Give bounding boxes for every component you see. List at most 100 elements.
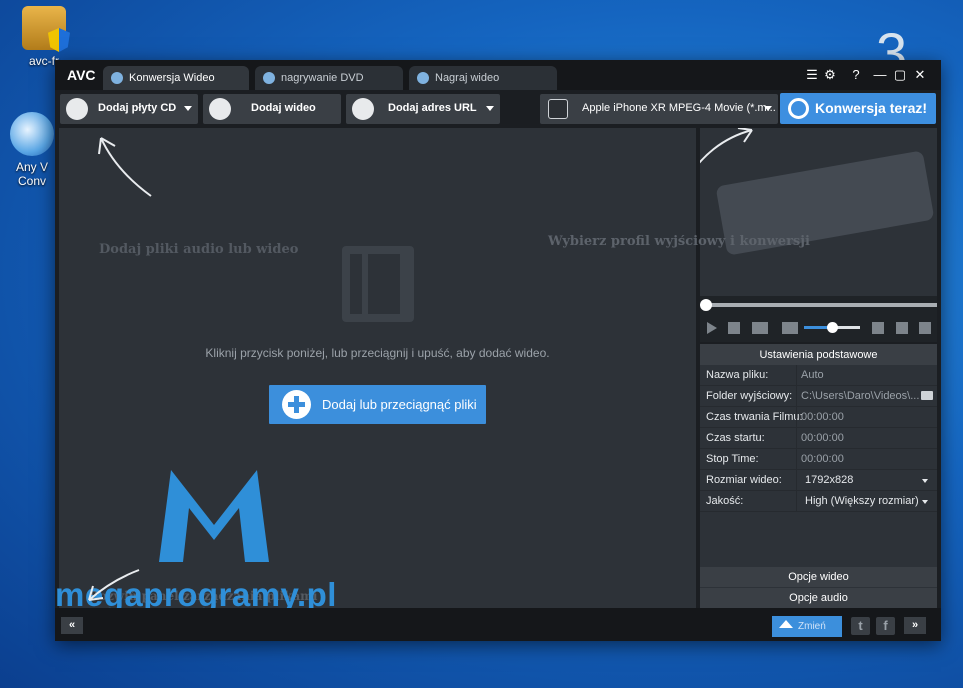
arrow-hint-icon [98,137,152,197]
collapse-panel-button[interactable]: « [61,617,83,634]
add-files-button[interactable]: Dodaj lub przeciągnąć pliki [269,385,486,424]
player-controls [700,314,937,342]
add-cd-label: Dodaj płyty CD [98,102,177,114]
volume-slider[interactable] [804,322,860,333]
help-icon[interactable]: ? [847,66,865,84]
seek-track [704,303,937,307]
tab-label: nagrywanie DVD [281,72,364,84]
audio-options-button[interactable]: Opcje audio [700,588,937,608]
globe-add-icon [352,98,374,120]
watermark-logo [159,470,269,562]
setting-key: Rozmiar wideo: [706,474,782,486]
setting-key: Czas trwania Filmu: [706,411,803,423]
file-list-panel[interactable]: Dodaj pliki audio lub wideo Kliknij przy… [55,128,696,613]
duration-value: 00:00:00 [796,407,937,428]
tab-record-video[interactable]: Nagraj wideo [409,66,557,90]
installer-icon [22,6,66,50]
title-bar: AVC Konwersja Wideo nagrywanie DVD Nagra… [55,60,941,90]
output-profile-select[interactable]: Apple iPhone XR MPEG-4 Movie (*.m... [540,94,778,124]
tab-label: Konwersja Wideo [129,72,215,84]
app-logo: AVC [67,67,96,83]
convert-now-button[interactable]: Konwersja teraz! [780,93,936,124]
setting-row-stop-time[interactable]: Stop Time: 00:00:00 [700,449,937,470]
add-cd-button[interactable]: Dodaj płyty CD [60,94,198,124]
arrow-hint-icon [700,128,753,164]
maximize-icon[interactable]: ▢ [891,66,909,84]
video-preview [700,128,937,296]
tab-dvd-burning[interactable]: nagrywanie DVD [255,66,403,90]
minimize-icon[interactable]: — [871,66,889,84]
chevron-down-icon[interactable] [486,106,494,111]
desktop-icon-avc-shortcut[interactable]: Any V Conv [10,112,54,188]
arrow-hint-icon [88,569,140,601]
setting-key: Nazwa pliku: [706,369,769,381]
setting-key: Stop Time: [706,453,759,465]
toolbar: Dodaj płyty CD Dodaj wideo Dodaj adres U… [55,90,941,128]
volume-icon[interactable] [782,322,798,334]
setting-key: Czas startu: [706,432,765,444]
expand-panel-button[interactable]: » [904,617,926,634]
seek-bar[interactable] [700,296,937,314]
effects-icon[interactable] [919,322,931,334]
chevron-down-icon[interactable] [184,106,192,111]
setting-key: Folder wyjściowy: [706,390,793,402]
chevron-down-icon[interactable] [764,106,772,111]
status-bar: « Zmień t f » [55,608,941,641]
volume-knob[interactable] [827,322,838,333]
desktop-icon-avc-installer[interactable]: avc-fr [14,6,74,68]
app-window: AVC Konwersja Wideo nagrywanie DVD Nagra… [55,60,941,641]
upload-arrow-icon [779,620,793,628]
profile-label: Apple iPhone XR MPEG-4 Movie (*.m... [582,102,776,114]
setting-row-output-folder[interactable]: Folder wyjściowy: C:\Users\Daro\Videos\.… [700,386,937,407]
add-url-label: Dodaj adres URL [388,102,477,114]
quality-select[interactable]: High (Większy rozmiar) [796,491,937,512]
profile-icon [548,99,568,119]
gear-icon[interactable]: ⚙ [821,66,839,84]
empty-message: Kliknij przycisk poniżej, lub przeciągni… [205,346,550,360]
add-video-label: Dodaj wideo [251,102,316,114]
settings-title: Ustawienia podstawowe [700,344,937,365]
output-folder-field[interactable]: C:\Users\Daro\Videos\... [796,386,937,407]
chevron-down-icon[interactable] [922,479,928,483]
setting-row-video-size[interactable]: Rozmiar wideo: 1792x828 [700,470,937,491]
stop-icon[interactable] [728,322,740,334]
film-add-icon [209,98,231,120]
add-files-label: Dodaj lub przeciągnąć pliki [322,397,477,412]
cut-icon[interactable] [896,322,908,334]
setting-row-quality[interactable]: Jakość: High (Większy rozmiar) [700,491,937,512]
twitter-icon[interactable]: t [851,617,870,635]
video-options-button[interactable]: Opcje wideo [700,567,937,587]
stop-time-field[interactable]: 00:00:00 [796,449,937,470]
convert-icon [111,72,123,84]
snapshot-icon[interactable] [752,322,768,334]
folder-icon[interactable] [921,391,933,400]
chevron-down-icon[interactable] [922,500,928,504]
change-label: Zmień [798,621,826,632]
film-icon [342,246,414,322]
change-button[interactable]: Zmień [772,616,842,637]
filename-field[interactable]: Auto [796,365,937,386]
avc-shortcut-icon [10,112,54,156]
add-video-button[interactable]: Dodaj wideo [203,94,341,124]
setting-row-filename[interactable]: Nazwa pliku: Auto [700,365,937,386]
start-time-field[interactable]: 00:00:00 [796,428,937,449]
tab-label: Nagraj wideo [435,72,500,84]
play-icon[interactable] [707,322,717,334]
hint-add-files: Dodaj pliki audio lub wideo [99,242,299,257]
add-url-button[interactable]: Dodaj adres URL [346,94,500,124]
plus-icon [282,390,311,419]
disc-add-icon [66,98,88,120]
menu-icon[interactable]: ☰ [803,66,821,84]
video-size-select[interactable]: 1792x828 [796,470,937,491]
setting-key: Jakość: [706,495,744,507]
close-icon[interactable]: ✕ [911,66,929,84]
seek-knob[interactable] [700,299,712,311]
record-icon [417,72,429,84]
tab-video-conversion[interactable]: Konwersja Wideo [103,66,249,90]
setting-row-duration: Czas trwania Filmu: 00:00:00 [700,407,937,428]
crop-icon[interactable] [872,322,884,334]
facebook-icon[interactable]: f [876,617,895,635]
desktop-icon-label: Any V Conv [15,160,48,188]
convert-label: Konwersja teraz! [815,100,928,116]
setting-row-start-time[interactable]: Czas startu: 00:00:00 [700,428,937,449]
